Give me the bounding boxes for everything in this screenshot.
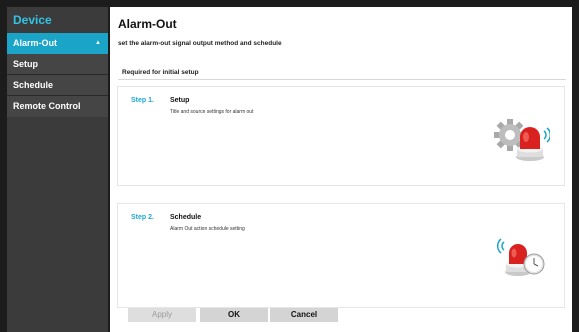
gear-alarm-light-icon [490,115,552,168]
sidebar-item-label: Setup [13,59,39,69]
step-name: Setup [170,97,190,104]
step-number: Step 2. [131,214,154,221]
step-setup-card[interactable]: Step 1. Setup Title and source settings … [117,86,565,186]
ok-button[interactable]: OK [200,308,268,322]
cancel-button[interactable]: Cancel [270,308,338,322]
step-description: Alarm Out action schedule setting [170,226,245,232]
sidebar-item-label: Schedule [13,80,54,90]
step-schedule-card[interactable]: Step 2. Schedule Alarm Out action schedu… [117,203,565,308]
sidebar-item-alarm-out[interactable]: Alarm-Out ▲ [7,33,108,54]
alarm-light-clock-icon [493,234,549,283]
step-name: Schedule [170,214,202,221]
sidebar-item-label: Alarm-Out [13,38,58,48]
page-subtitle: set the alarm-out signal output method a… [118,40,282,47]
sidebar-item-setup[interactable]: Setup [7,54,108,75]
step-number: Step 1. [131,97,154,104]
step-description: Title and source settings for alarm out [170,109,254,115]
sidebar-title: Device [13,13,52,27]
page-title: Alarm-Out [118,17,177,31]
sidebar: Device Alarm-Out ▲ Setup Schedule Remote… [7,7,108,332]
caret-up-icon: ▲ [95,40,101,46]
sidebar-item-schedule[interactable]: Schedule [7,75,108,96]
sidebar-item-remote-control[interactable]: Remote Control [7,96,108,117]
divider [118,79,566,80]
section-label: Required for initial setup [122,69,199,76]
sidebar-item-label: Remote Control [13,101,81,111]
apply-button[interactable]: Apply [128,308,196,322]
main-panel: Alarm-Out set the alarm-out signal outpu… [110,7,572,332]
